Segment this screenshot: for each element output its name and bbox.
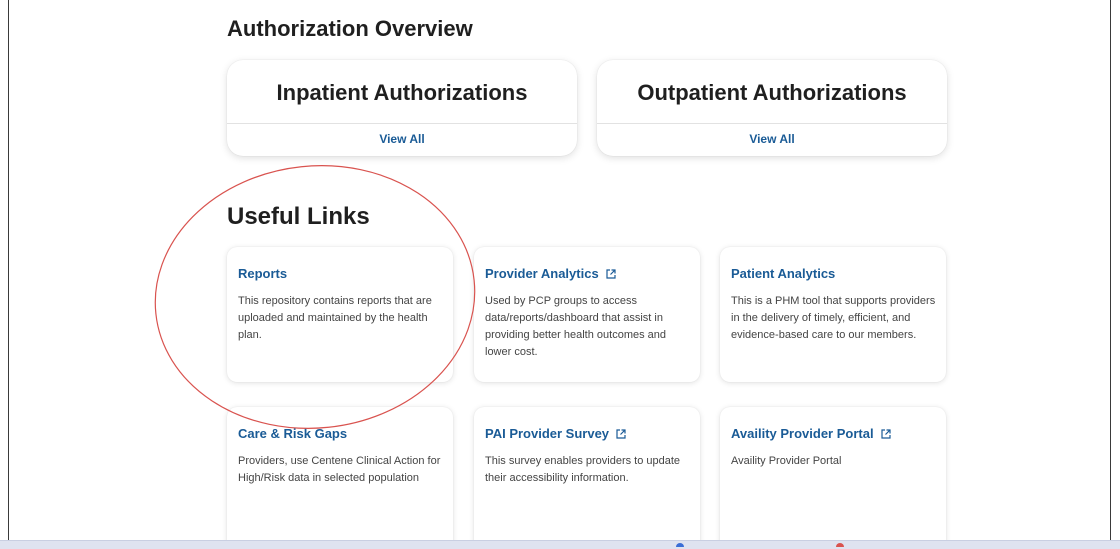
care-risk-gaps-description: Providers, use Centene Clinical Action f… <box>238 455 441 484</box>
external-link-icon <box>616 429 626 439</box>
page-frame: Authorization Overview Inpatient Authori… <box>8 0 1111 540</box>
outpatient-authorizations-card: Outpatient Authorizations View All <box>597 60 947 156</box>
reports-link[interactable]: Reports <box>238 266 287 281</box>
card-title: Outpatient Authorizations <box>637 80 907 105</box>
care-risk-gaps-link[interactable]: Care & Risk Gaps <box>238 426 347 441</box>
patient-analytics-description: This is a PHM tool that supports provide… <box>731 295 936 341</box>
pai-provider-survey-card[interactable]: PAI Provider Survey This survey enables … <box>474 407 700 540</box>
availity-provider-portal-description: Availity Provider Portal <box>731 455 842 467</box>
external-link-icon <box>606 269 616 279</box>
status-dot-blue <box>676 543 684 547</box>
provider-analytics-description: Used by PCP groups to access data/report… <box>485 295 667 358</box>
availity-provider-portal-link[interactable]: Availity Provider Portal <box>731 426 891 441</box>
view-all-outpatient-link[interactable]: View All <box>597 132 947 146</box>
provider-analytics-link[interactable]: Provider Analytics <box>485 266 616 281</box>
view-all-inpatient-link[interactable]: View All <box>227 132 577 146</box>
pai-provider-survey-description: This survey enables providers to update … <box>485 455 681 484</box>
card-title: Inpatient Authorizations <box>276 80 528 105</box>
availity-provider-portal-card[interactable]: Availity Provider Portal Availity Provid… <box>720 407 946 540</box>
inpatient-authorizations-card: Inpatient Authorizations View All <box>227 60 577 156</box>
external-link-icon <box>880 429 891 439</box>
patient-analytics-link[interactable]: Patient Analytics <box>731 266 835 281</box>
pai-provider-survey-link[interactable]: PAI Provider Survey <box>485 426 626 441</box>
patient-analytics-card[interactable]: Patient Analytics This is a PHM tool tha… <box>720 247 946 382</box>
divider <box>597 123 947 124</box>
care-risk-gaps-card[interactable]: Care & Risk Gaps Providers, use Centene … <box>227 407 453 540</box>
reports-card[interactable]: Reports This repository contains reports… <box>227 247 453 382</box>
divider <box>227 123 577 124</box>
provider-analytics-card[interactable]: Provider Analytics Used by PCP groups to… <box>474 247 700 382</box>
status-dot-red <box>836 543 844 547</box>
useful-links-heading: Useful Links <box>227 203 370 230</box>
reports-description: This repository contains reports that ar… <box>238 295 432 341</box>
authorization-overview-heading: Authorization Overview <box>227 16 473 41</box>
